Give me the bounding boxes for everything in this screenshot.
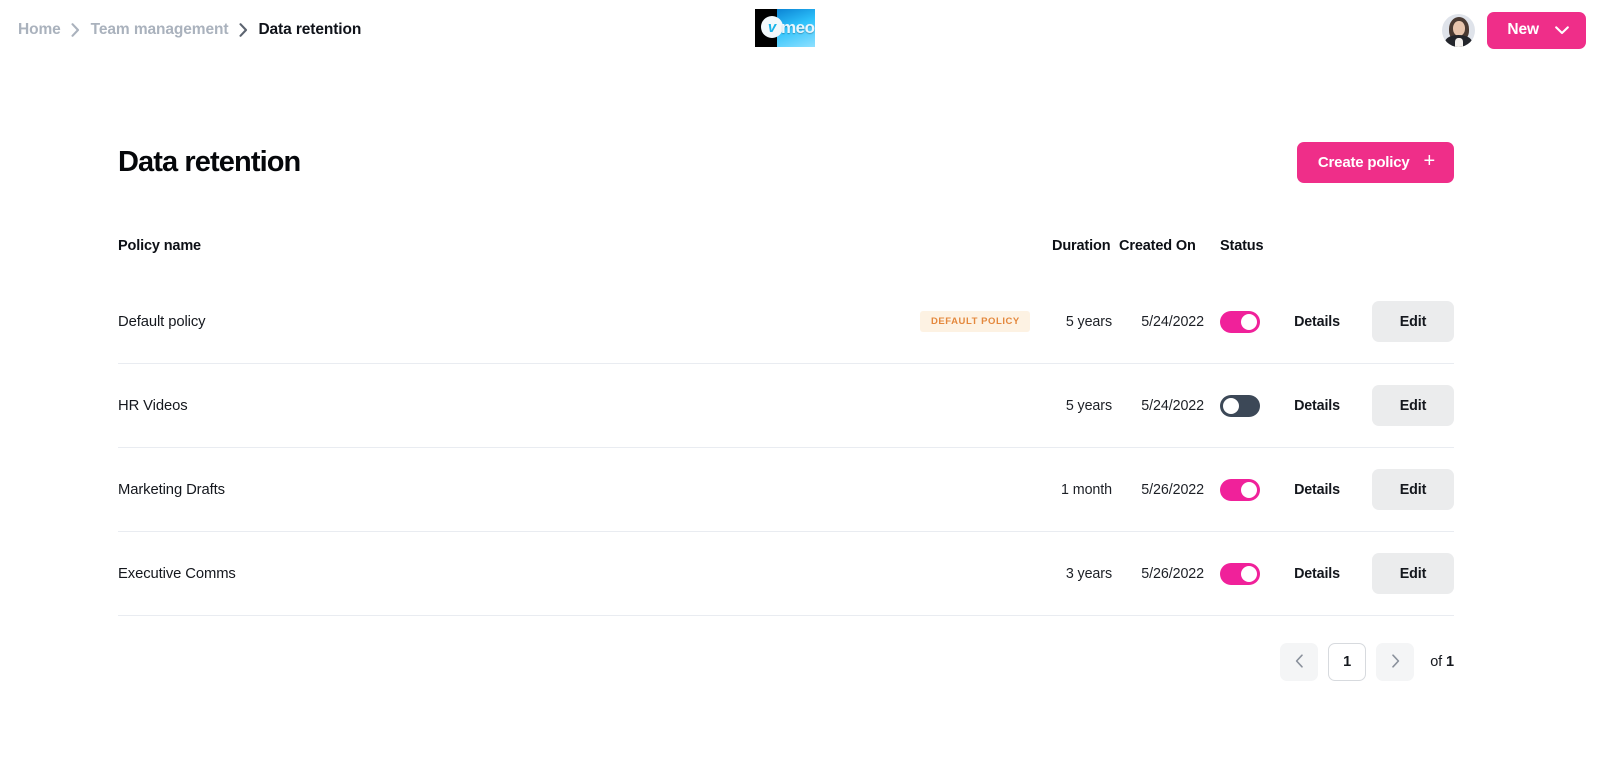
policy-name-cell: Marketing Drafts xyxy=(118,482,920,498)
duration-cell: 5 years xyxy=(1046,314,1114,330)
avatar-face xyxy=(1453,21,1465,36)
details-cell: Details xyxy=(1278,482,1356,498)
create-policy-button[interactable]: Create policy + xyxy=(1297,142,1454,183)
table-header-row: Policy name Duration Created On Status xyxy=(118,233,1454,259)
table-row: Default policyDEFAULT POLICY 5 years5/24/… xyxy=(118,280,1454,364)
main-content: Data retention Create policy + Policy na… xyxy=(0,138,1600,681)
status-toggle[interactable] xyxy=(1220,563,1260,585)
chevron-right-icon xyxy=(61,21,91,39)
pagination-page-input[interactable] xyxy=(1328,643,1366,681)
status-cell xyxy=(1206,479,1278,501)
logo-wordmark: meo xyxy=(781,18,814,38)
new-button[interactable]: New xyxy=(1487,12,1586,49)
breadcrumb-item-team-management[interactable]: Team management xyxy=(91,19,229,41)
chevron-right-icon xyxy=(228,21,258,39)
edit-button[interactable]: Edit xyxy=(1372,553,1454,594)
details-cell: Details xyxy=(1278,314,1356,330)
edit-cell: Edit xyxy=(1356,301,1454,342)
duration-cell: 3 years xyxy=(1046,566,1114,582)
vimeo-logo[interactable]: v meo xyxy=(755,9,815,47)
pagination-total-pages: 1 xyxy=(1446,654,1454,670)
status-cell xyxy=(1206,563,1278,585)
table-body: Default policyDEFAULT POLICY5 years5/24/… xyxy=(118,280,1454,616)
status-toggle[interactable] xyxy=(1220,395,1260,417)
created-on-cell: 5/24/2022 xyxy=(1114,314,1206,330)
policy-name-cell: HR Videos xyxy=(118,398,920,414)
status-toggle-knob xyxy=(1241,314,1257,330)
table-row: HR Videos 5 years5/24/2022 Details Edit xyxy=(118,364,1454,448)
avatar-collar xyxy=(1455,38,1463,47)
pagination-total-label: of 1 xyxy=(1430,654,1454,670)
details-link[interactable]: Details xyxy=(1294,566,1340,582)
status-cell xyxy=(1206,395,1278,417)
policy-badge-cell: DEFAULT POLICY xyxy=(920,311,1046,332)
details-link[interactable]: Details xyxy=(1294,314,1340,330)
plus-icon: + xyxy=(1424,151,1435,171)
policies-table: Policy name Duration Created On Status D… xyxy=(0,233,1600,616)
default-policy-badge: DEFAULT POLICY xyxy=(920,311,1030,332)
created-on-cell: 5/26/2022 xyxy=(1114,566,1206,582)
table-row: Executive Comms 3 years5/26/2022 Details Ed… xyxy=(118,532,1454,616)
breadcrumb-item-home[interactable]: Home xyxy=(18,19,61,41)
policy-name-cell: Default policy xyxy=(118,314,920,330)
logo-mark: v xyxy=(761,16,783,38)
create-policy-label: Create policy xyxy=(1318,154,1410,171)
top-bar-right: New xyxy=(1442,0,1586,60)
edit-cell: Edit xyxy=(1356,553,1454,594)
created-on-cell: 5/26/2022 xyxy=(1114,482,1206,498)
status-toggle[interactable] xyxy=(1220,311,1260,333)
avatar[interactable] xyxy=(1442,14,1475,47)
column-header-policy-name: Policy name xyxy=(118,238,920,254)
details-cell: Details xyxy=(1278,398,1356,414)
details-cell: Details xyxy=(1278,566,1356,582)
details-link[interactable]: Details xyxy=(1294,398,1340,414)
breadcrumb-item-data-retention: Data retention xyxy=(258,21,361,39)
top-bar: Home Team management Data retention v me… xyxy=(0,0,1600,60)
status-toggle-knob xyxy=(1241,482,1257,498)
details-link[interactable]: Details xyxy=(1294,482,1340,498)
column-header-created-on: Created On xyxy=(1114,238,1206,254)
duration-cell: 1 month xyxy=(1046,482,1114,498)
page-header: Data retention Create policy + xyxy=(0,138,1600,186)
pagination-next-button[interactable] xyxy=(1376,643,1414,681)
status-toggle-knob xyxy=(1223,398,1239,414)
new-button-label: New xyxy=(1507,21,1539,39)
edit-cell: Edit xyxy=(1356,385,1454,426)
chevron-down-icon xyxy=(1555,26,1569,35)
pagination-of-word: of xyxy=(1430,654,1442,670)
created-on-cell: 5/24/2022 xyxy=(1114,398,1206,414)
pagination-prev-button[interactable] xyxy=(1280,643,1318,681)
edit-button[interactable]: Edit xyxy=(1372,301,1454,342)
status-toggle-knob xyxy=(1241,566,1257,582)
table-row: Marketing Drafts 1 month5/26/2022 Details E… xyxy=(118,448,1454,532)
status-toggle[interactable] xyxy=(1220,479,1260,501)
pagination: of 1 xyxy=(0,643,1600,681)
column-header-duration: Duration xyxy=(1046,238,1114,254)
edit-cell: Edit xyxy=(1356,469,1454,510)
chevron-right-icon xyxy=(1391,654,1400,671)
status-cell xyxy=(1206,311,1278,333)
edit-button[interactable]: Edit xyxy=(1372,385,1454,426)
page-title: Data retention xyxy=(118,148,300,177)
edit-button[interactable]: Edit xyxy=(1372,469,1454,510)
chevron-left-icon xyxy=(1295,654,1304,671)
column-header-status: Status xyxy=(1206,238,1278,254)
duration-cell: 5 years xyxy=(1046,398,1114,414)
policy-name-cell: Executive Comms xyxy=(118,566,920,582)
breadcrumb: Home Team management Data retention xyxy=(18,19,361,41)
